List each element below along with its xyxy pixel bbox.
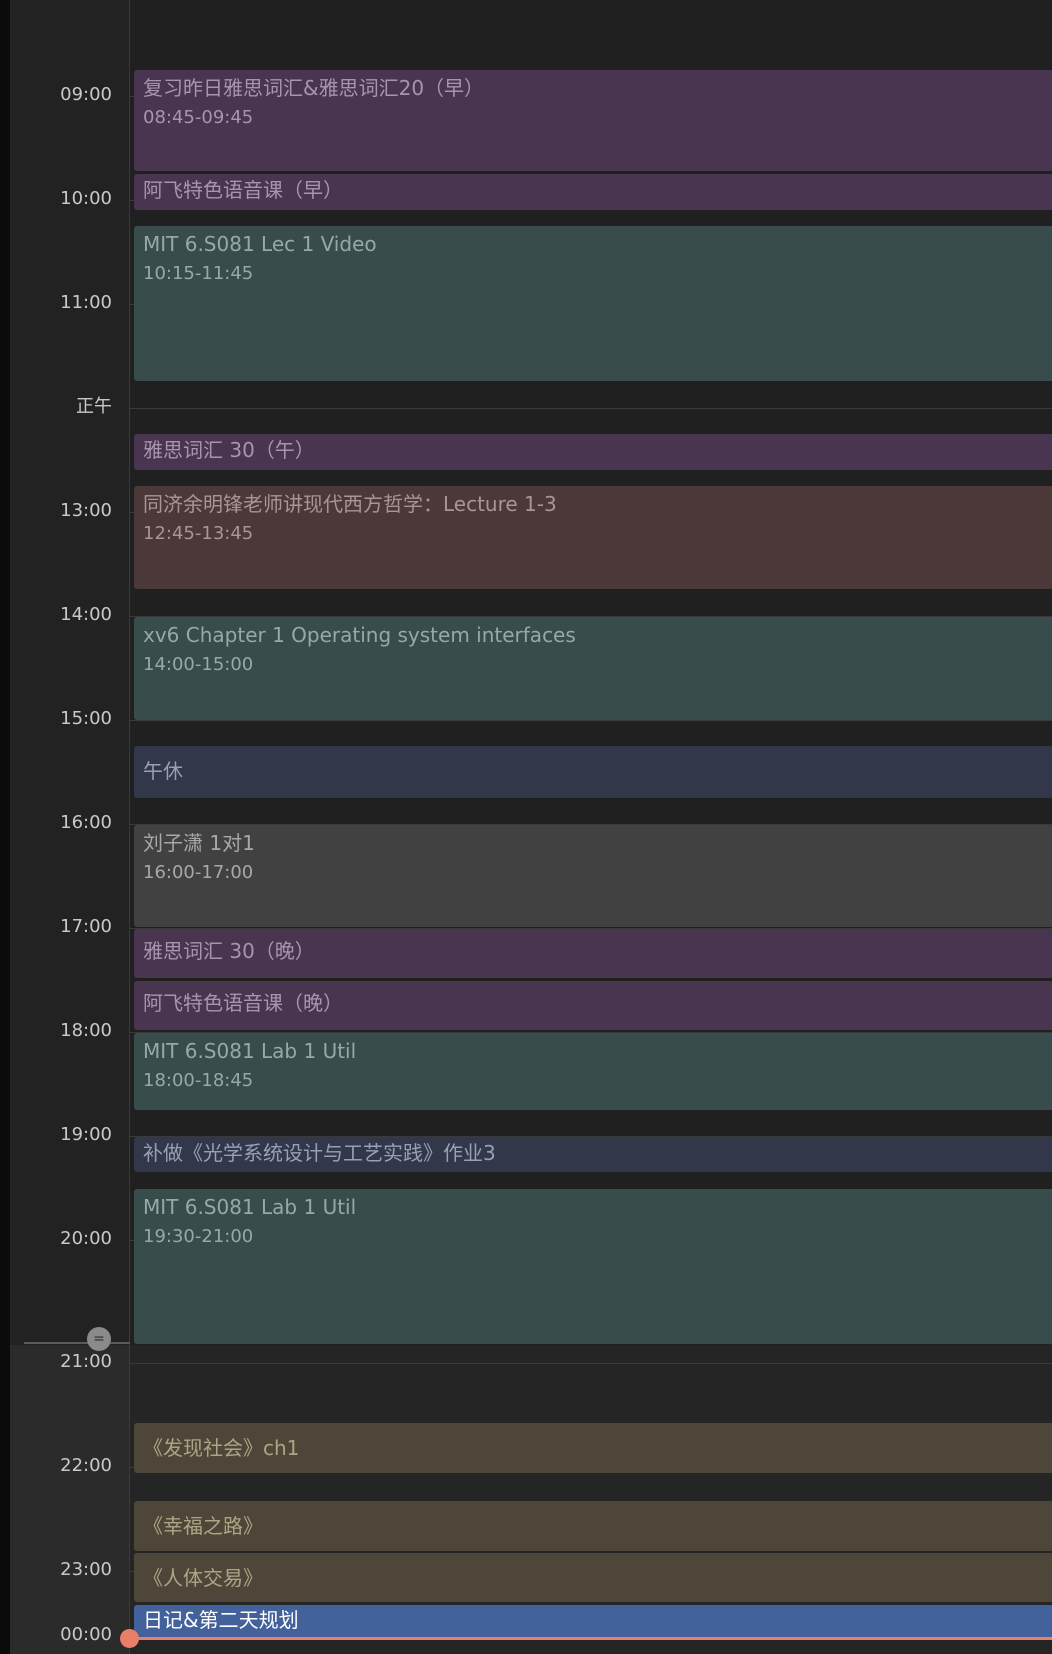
gutter-border <box>129 0 130 1654</box>
time-gutter-evening <box>10 1345 130 1654</box>
hour-line-15 <box>130 720 1052 721</box>
window-edge <box>0 0 10 1654</box>
event-title: MIT 6.S081 Lec 1 Video <box>143 232 377 256</box>
calendar-event[interactable]: 同济余明锋老师讲现代西方哲学：Lecture 1-3 12:45-13:45 <box>134 486 1052 589</box>
hour-label-noon: 正午 <box>76 396 112 417</box>
calendar-event[interactable]: 复习昨日雅思词汇&雅思词汇20（早） 08:45-09:45 <box>134 70 1052 171</box>
event-title: 阿飞特色语音课（晚） <box>143 991 343 1015</box>
hour-label-15: 15:00 <box>60 708 112 729</box>
event-title: 复习昨日雅思词汇&雅思词汇20（早） <box>143 76 485 100</box>
event-title: MIT 6.S081 Lab 1 Util <box>143 1039 357 1063</box>
calendar-event[interactable]: 雅思词汇 30（晚） <box>134 929 1052 978</box>
calendar-event[interactable]: 雅思词汇 30（午） <box>134 434 1052 470</box>
hour-label-21: 21:00 <box>60 1351 112 1372</box>
event-time: 18:00-18:45 <box>143 1070 254 1091</box>
event-title: 午休 <box>143 759 183 783</box>
event-time: 12:45-13:45 <box>143 523 254 544</box>
event-title: 《幸福之路》 <box>143 1514 263 1538</box>
hour-label-17: 17:00 <box>60 916 112 937</box>
calendar-event[interactable]: 阿飞特色语音课（晚） <box>134 981 1052 1030</box>
calendar-event[interactable]: 刘子潇 1对1 16:00-17:00 <box>134 825 1052 927</box>
event-title: 雅思词汇 30（午） <box>143 438 315 462</box>
calendar-event[interactable]: 阿飞特色语音课（早） <box>134 174 1052 210</box>
event-time: 19:30-21:00 <box>143 1226 254 1247</box>
calendar-event[interactable]: MIT 6.S081 Lab 1 Util 18:00-18:45 <box>134 1033 1052 1110</box>
event-title: xv6 Chapter 1 Operating system interface… <box>143 623 576 647</box>
calendar-event[interactable]: MIT 6.S081 Lec 1 Video 10:15-11:45 <box>134 226 1052 381</box>
hour-label-22: 22:00 <box>60 1455 112 1476</box>
hour-label-10: 10:00 <box>60 188 112 209</box>
calendar-event[interactable]: 日记&第二天规划 <box>134 1605 1052 1637</box>
event-title: 阿飞特色语音课（早） <box>143 178 343 202</box>
hour-label-13: 13:00 <box>60 500 112 521</box>
calendar-event[interactable]: MIT 6.S081 Lab 1 Util 19:30-21:00 <box>134 1189 1052 1344</box>
event-time: 14:00-15:00 <box>143 654 254 675</box>
hour-label-09: 09:00 <box>60 84 112 105</box>
hour-label-00: 00:00 <box>60 1624 112 1645</box>
event-title: 日记&第二天规划 <box>143 1608 299 1632</box>
event-title: 同济余明锋老师讲现代西方哲学：Lecture 1-3 <box>143 492 557 516</box>
current-time-line <box>130 1637 1052 1640</box>
hour-label-16: 16:00 <box>60 812 112 833</box>
event-title: 雅思词汇 30（晚） <box>143 939 315 963</box>
event-time: 08:45-09:45 <box>143 107 254 128</box>
hour-line-21 <box>130 1363 1052 1364</box>
hour-label-11: 11:00 <box>60 292 112 313</box>
event-time: 16:00-17:00 <box>143 862 254 883</box>
calendar-event[interactable]: 午休 <box>134 746 1052 798</box>
hour-label-23: 23:00 <box>60 1559 112 1580</box>
calendar-event[interactable]: 《发现社会》ch1 <box>134 1423 1052 1473</box>
event-title: 《人体交易》 <box>143 1566 263 1590</box>
hour-label-18: 18:00 <box>60 1020 112 1041</box>
event-time: 10:15-11:45 <box>143 263 254 284</box>
event-title: 补做《光学系统设计与工艺实践》作业3 <box>143 1141 496 1165</box>
calendar-event[interactable]: 《人体交易》 <box>134 1553 1052 1602</box>
hour-label-20: 20:00 <box>60 1228 112 1249</box>
calendar-event[interactable]: 补做《光学系统设计与工艺实践》作业3 <box>134 1137 1052 1172</box>
evening-divider <box>24 1342 130 1344</box>
calendar-event[interactable]: 《幸福之路》 <box>134 1501 1052 1551</box>
event-title: MIT 6.S081 Lab 1 Util <box>143 1195 357 1219</box>
hour-line-12 <box>130 408 1052 409</box>
calendar-event[interactable]: xv6 Chapter 1 Operating system interface… <box>134 617 1052 720</box>
hour-label-19: 19:00 <box>60 1124 112 1145</box>
current-time-dot <box>120 1629 139 1648</box>
event-title: 《发现社会》ch1 <box>143 1436 300 1460</box>
event-title: 刘子潇 1对1 <box>143 831 255 855</box>
equals-icon[interactable]: = <box>87 1327 111 1351</box>
hour-label-14: 14:00 <box>60 604 112 625</box>
